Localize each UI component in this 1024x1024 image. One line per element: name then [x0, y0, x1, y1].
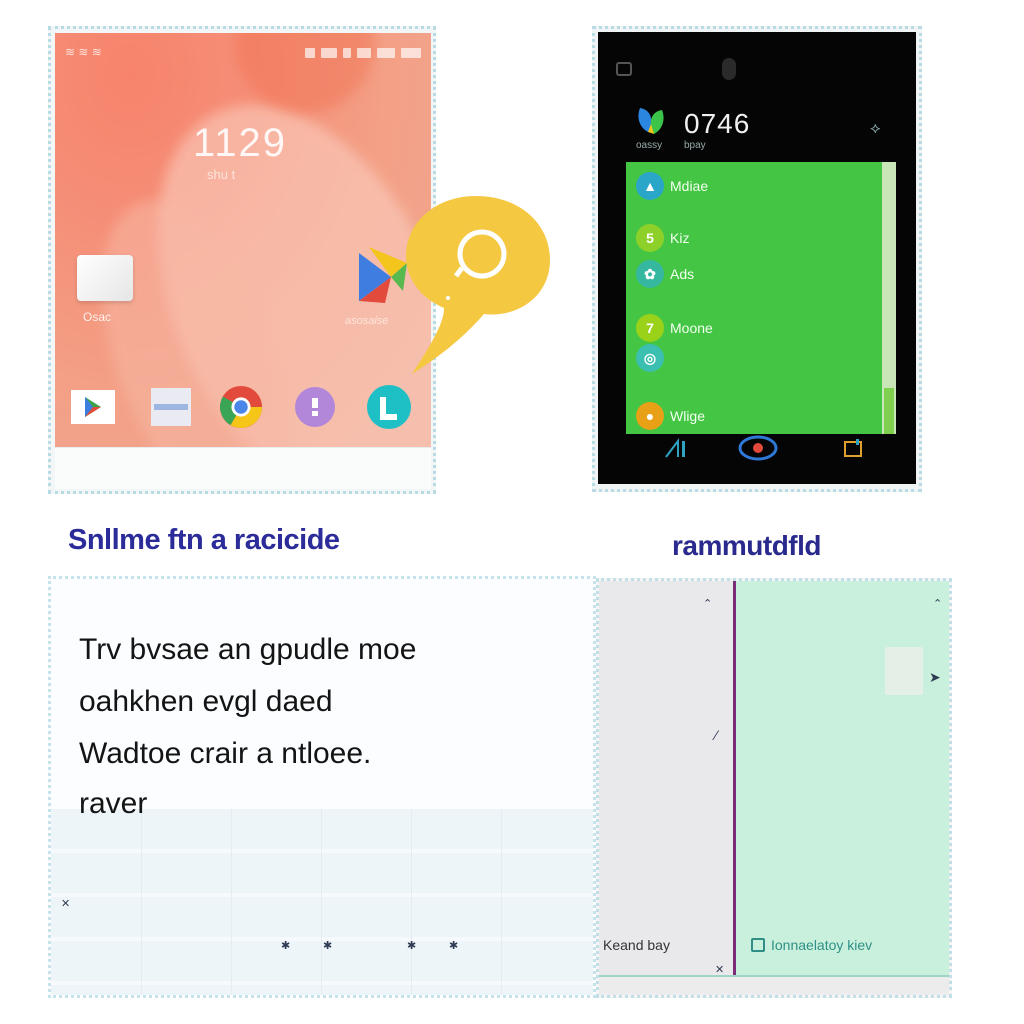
- list-item[interactable]: ▲ Mdiae: [636, 172, 708, 200]
- grid-divider: [141, 809, 142, 995]
- list-item[interactable]: 5 Kiz: [636, 224, 689, 252]
- left-pane[interactable]: [599, 581, 733, 975]
- camera-icon: [722, 58, 736, 80]
- caption-right: rammutdfld: [672, 530, 822, 561]
- app-list: ▲ Mdiae 5 Kiz ✿ Ads 7 Moone ◎ ● Wlige: [626, 162, 896, 434]
- carrier-text: ≋ ≋ ≋: [65, 45, 102, 59]
- purple-app-icon[interactable]: [293, 385, 337, 429]
- caption-left: Snllme ftn a racicide: [68, 524, 340, 556]
- scrollbar-thumb[interactable]: [884, 388, 894, 434]
- list-item-label: Kiz: [670, 230, 690, 246]
- app-icon: ◎: [636, 344, 664, 372]
- dark-phone-panel: 0746 oassy bpay ⟡ ▲ Mdiae 5 Kiz ✿ Ads 7 …: [592, 26, 922, 492]
- scrollbar[interactable]: [882, 162, 896, 434]
- list-item-label: Ads: [670, 266, 695, 282]
- home-bottom-bar: [55, 447, 431, 489]
- chrome-icon[interactable]: [219, 385, 263, 429]
- app-icon: ▲: [636, 172, 664, 200]
- key-mark: ✱: [449, 940, 459, 952]
- subtitle-right: bpay: [684, 140, 706, 151]
- close-icon[interactable]: ✕: [61, 897, 70, 910]
- settings-icon[interactable]: ⟡: [870, 120, 881, 138]
- signal-icon: [305, 48, 315, 58]
- key-mark: ✱: [323, 940, 333, 952]
- wallpaper-caption: asosaise: [345, 315, 389, 327]
- bottom-bar: [599, 975, 949, 995]
- list-item-label: Wlige: [670, 408, 706, 424]
- thumbnail[interactable]: [885, 647, 923, 695]
- folder-app-icon[interactable]: [77, 255, 133, 301]
- grid-divider: [231, 809, 232, 995]
- text-line: oahkhen evgl daed: [79, 685, 333, 718]
- keyboard-grid: [51, 809, 593, 995]
- dark-phone-screen: 0746 oassy bpay ⟡ ▲ Mdiae 5 Kiz ✿ Ads 7 …: [598, 32, 916, 484]
- close-icon[interactable]: ⌃: [933, 597, 942, 610]
- app-icon: 5: [636, 224, 664, 252]
- checkbox-icon[interactable]: [751, 938, 765, 952]
- split-panel: ⌃ ⌃ ➤ ⁄ Keand bay Ionnaelatoy kiev ✕: [596, 578, 952, 998]
- grid-divider: [321, 809, 322, 995]
- play-store-icon[interactable]: [71, 385, 115, 429]
- list-item[interactable]: 7 Moone: [636, 314, 713, 342]
- leaf-logo-icon: [638, 108, 664, 134]
- recents-icon[interactable]: [842, 436, 864, 460]
- left-pane-label: Keand bay: [603, 937, 670, 953]
- cursor-icon: ➤: [929, 669, 941, 685]
- battery-text: [401, 48, 421, 58]
- list-item-label: Mdiae: [670, 178, 709, 194]
- right-pane[interactable]: [736, 581, 949, 975]
- battery-icon: [377, 48, 395, 58]
- notification-icon: [357, 48, 371, 58]
- home-screen-panel: ≋ ≋ ≋ 1129 shu t Osac asosaise: [48, 26, 436, 494]
- wifi-icon: [321, 48, 337, 58]
- date-text: shu t: [207, 167, 236, 182]
- key-mark: ✱: [407, 940, 417, 952]
- alarm-icon: [343, 48, 351, 58]
- list-item[interactable]: ● Wlige: [636, 402, 705, 430]
- window-icon: [616, 62, 632, 76]
- list-item[interactable]: ✿ Ads: [636, 260, 694, 288]
- list-item-label: Moone: [670, 320, 713, 336]
- grid-divider: [411, 809, 412, 995]
- text-panel: Trv bvsae an gpudle moe oahkhen evgl dae…: [48, 576, 596, 998]
- drag-handle-icon[interactable]: ⁄: [715, 727, 717, 743]
- close-icon[interactable]: ⌃: [703, 597, 712, 610]
- teal-app-icon[interactable]: [367, 385, 411, 429]
- home-screen: ≋ ≋ ≋ 1129 shu t Osac asosaise: [55, 33, 431, 447]
- right-pane-label: Ionnaelatoy kiev: [771, 937, 873, 953]
- text-line: Wadtoe crair a ntloee.: [79, 737, 372, 770]
- app-icon: 7: [636, 314, 664, 342]
- app-icon: ●: [636, 402, 664, 430]
- speech-bubble-icon: [406, 196, 550, 374]
- app-icon: ✿: [636, 260, 664, 288]
- folder-app-label: Osac: [83, 310, 112, 324]
- subtitle-left: oassy: [636, 140, 663, 151]
- home-icon[interactable]: [738, 435, 778, 461]
- grid-divider: [501, 809, 502, 995]
- status-bar: ≋ ≋ ≋: [65, 45, 421, 61]
- key-mark: ✱: [281, 940, 291, 952]
- clock-widget[interactable]: 1129: [193, 121, 287, 166]
- status-icons: [305, 45, 421, 61]
- text-line: Trv bvsae an gpudle moe: [79, 633, 417, 666]
- time-text: 0746: [684, 108, 751, 139]
- back-icon[interactable]: [664, 436, 688, 460]
- list-item[interactable]: ◎: [636, 344, 670, 372]
- text-line: raver: [79, 787, 148, 820]
- window-icon[interactable]: [149, 385, 193, 429]
